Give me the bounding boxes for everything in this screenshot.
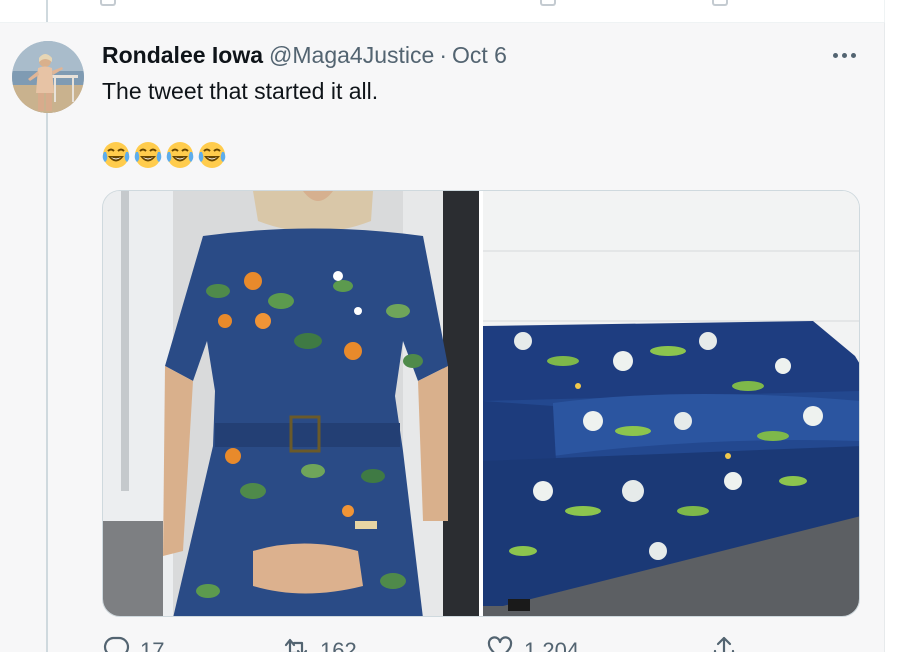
share-button[interactable] [710,635,738,652]
thread-connector-line [46,113,48,652]
reply-button[interactable]: 17 [102,635,164,652]
laughing-crying-emoji-icon [134,142,162,168]
share-icon-fragment[interactable] [712,0,728,6]
photo-woman-in-blue-floral-dress[interactable] [103,191,479,616]
retweet-button[interactable]: 162 [282,635,357,652]
heart-icon [487,636,513,652]
user-handle[interactable]: @Maga4Justice [269,42,434,69]
laughing-crying-emoji-icon [102,142,130,168]
tweet-media-grid[interactable] [102,190,860,617]
retweet-icon [284,638,308,652]
reply-icon [103,636,130,652]
tweet-action-bar: 17 162 1,204 [102,635,742,652]
retweet-count: 162 [320,638,357,652]
avatar[interactable] [12,41,84,113]
tweet-emoji-row [101,140,227,170]
like-icon-fragment[interactable] [540,0,556,6]
laughing-crying-emoji-icon [166,142,194,168]
like-count: 1,204 [524,638,580,652]
header-separator: · [439,42,447,68]
tweet-text: The tweet that started it all. [102,78,379,104]
like-button[interactable]: 1,204 [486,635,579,652]
laughing-crying-emoji-icon [198,142,226,168]
reply-icon-fragment[interactable] [100,0,116,6]
photo-blue-floral-sofa[interactable] [483,191,859,616]
share-icon [713,636,735,652]
reply-count: 17 [140,638,165,652]
tweet-header: Rondalee Iowa @Maga4Justice · Oct 6 [102,42,507,70]
tweet-timestamp[interactable]: Oct 6 [452,42,507,69]
previous-tweet-fragment[interactable] [0,0,885,22]
display-name[interactable]: Rondalee Iowa [102,42,263,69]
tweet-article[interactable]: Rondalee Iowa @Maga4Justice · Oct 6 The … [0,22,885,652]
thread-connector-line [46,0,48,22]
more-horizontal-icon[interactable] [828,43,860,67]
